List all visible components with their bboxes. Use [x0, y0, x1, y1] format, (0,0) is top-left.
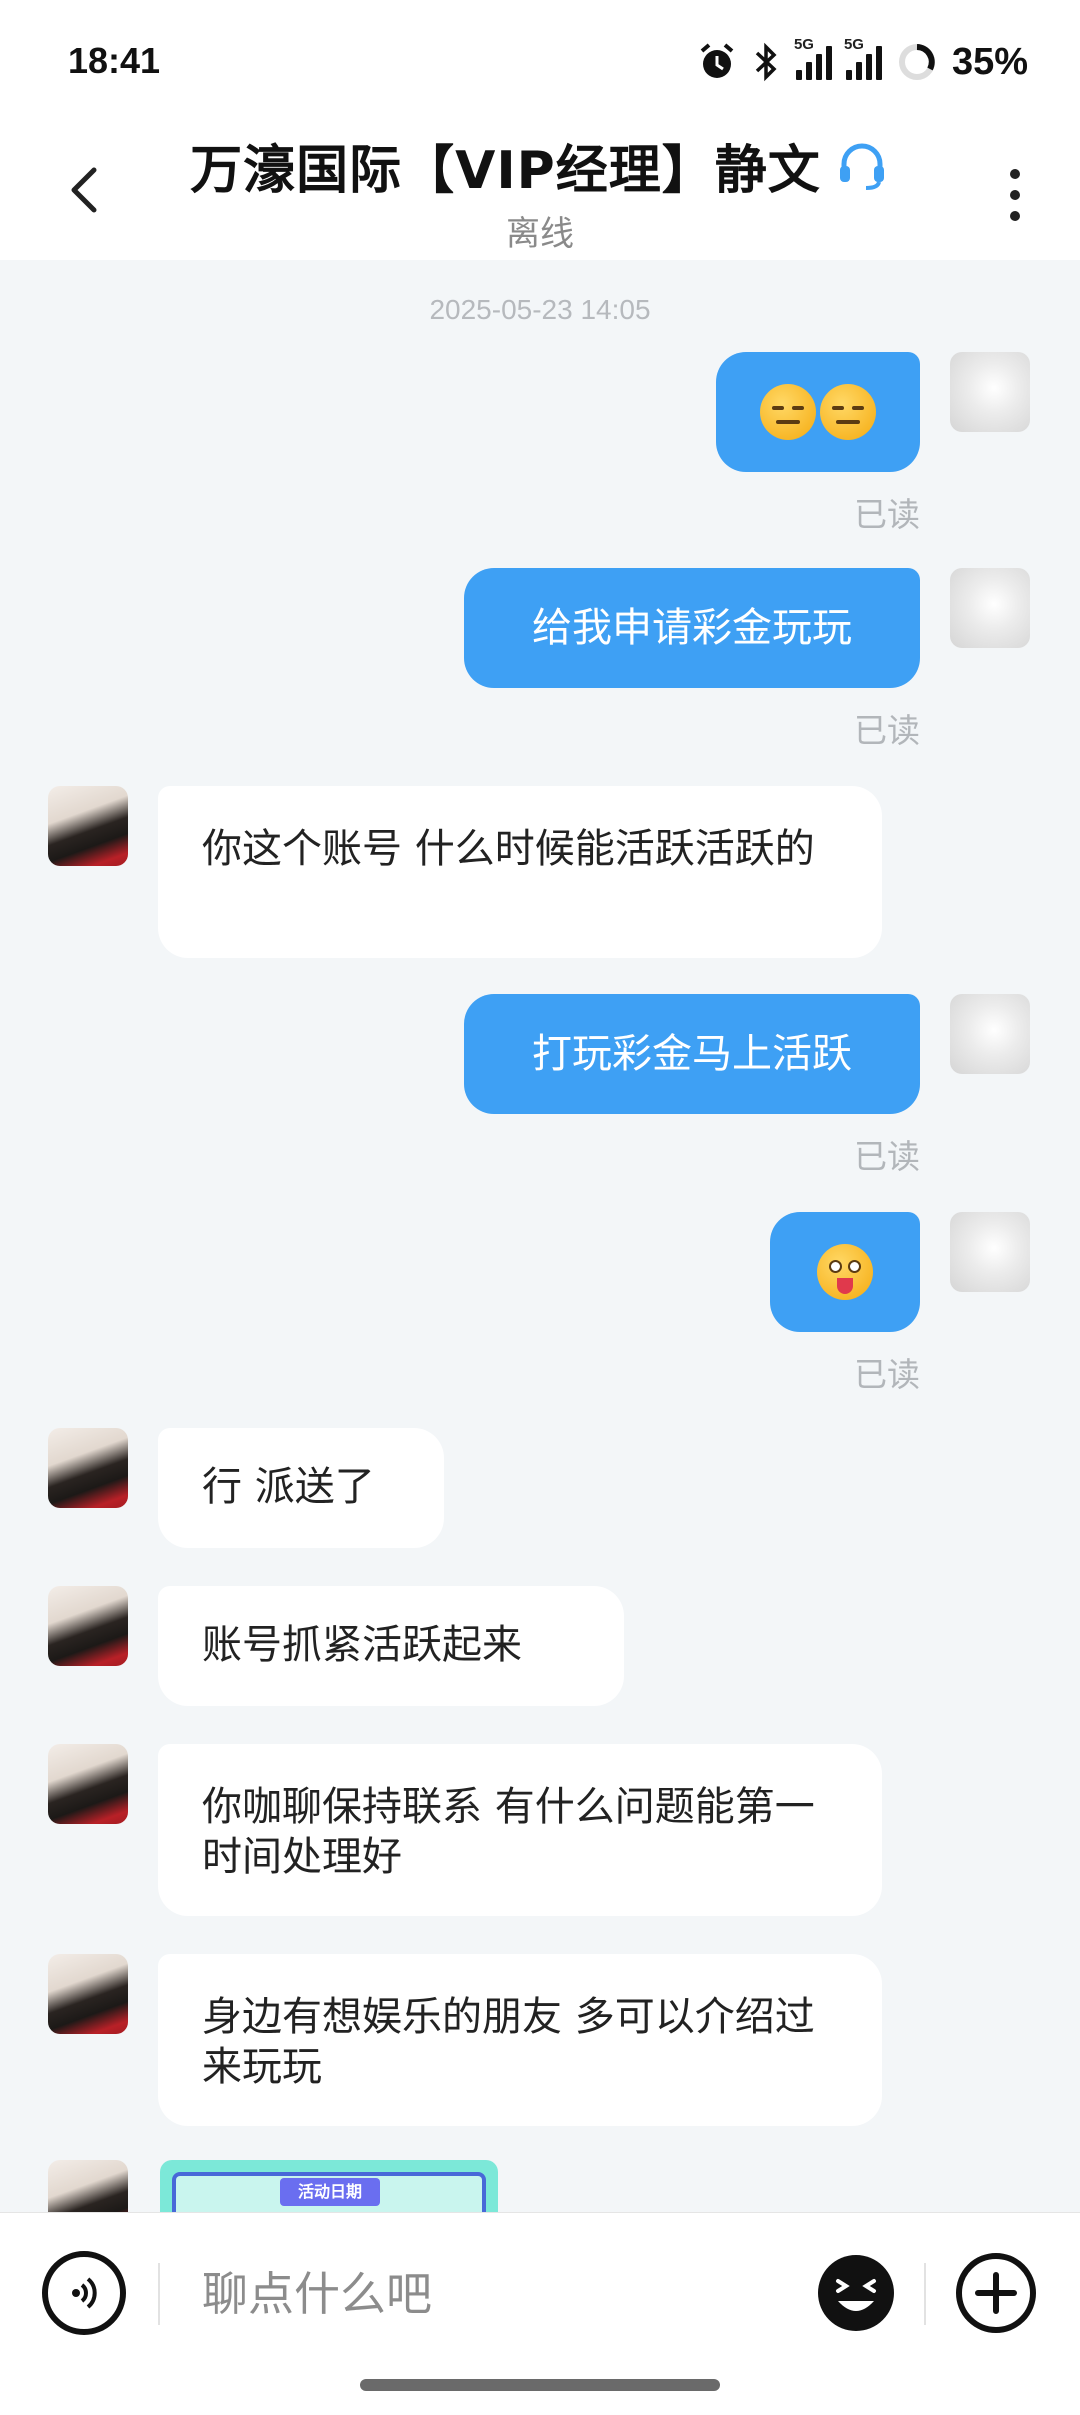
status-icons: 5G 5G 35%: [696, 34, 1028, 90]
more-vertical-icon[interactable]: [990, 160, 1040, 230]
message-bubble-mine[interactable]: [770, 1212, 920, 1332]
message-bubble-mine[interactable]: 打玩彩金马上活跃: [464, 994, 920, 1114]
expressionless-face-emoji: [760, 384, 816, 440]
read-receipt: 已读: [854, 1355, 920, 1394]
read-receipt: 已读: [854, 1137, 920, 1176]
chat-area[interactable]: 2025-05-23 14:05 已读 给我申请彩金玩玩 已读 你这个账号 什么…: [0, 260, 1080, 2212]
status-bar: 18:41 5G 5G 35%: [0, 0, 1080, 120]
voice-icon[interactable]: [42, 2251, 126, 2335]
title-wrap: 万濠国际【VIP经理】静文: [0, 128, 1080, 203]
my-avatar[interactable]: [950, 1212, 1030, 1292]
agent-avatar[interactable]: [48, 2160, 128, 2212]
signal-icon: 5G: [794, 36, 832, 80]
agent-avatar[interactable]: [48, 1954, 128, 2034]
headset-icon: [839, 143, 884, 190]
read-receipt: 已读: [854, 495, 920, 534]
agent-avatar[interactable]: [48, 1586, 128, 1666]
alarm-icon: [700, 43, 734, 78]
message-timestamp: 2025-05-23 14:05: [429, 294, 651, 325]
chat-header: 万濠国际【VIP经理】静文 离线: [0, 120, 1080, 260]
image-message[interactable]: 活动日期: [160, 2160, 498, 2212]
my-avatar[interactable]: [950, 994, 1030, 1074]
message-bubble-agent[interactable]: 行 派送了: [158, 1428, 444, 1548]
tongue-out-face-emoji: [817, 1244, 873, 1300]
home-indicator[interactable]: [360, 2379, 720, 2391]
plus-icon[interactable]: [954, 2251, 1038, 2335]
divider: [924, 2263, 926, 2325]
message-bubble-agent[interactable]: 身边有想娱乐的朋友 多可以介绍过来玩玩: [158, 1954, 882, 2126]
message-bubble-agent[interactable]: 你这个账号 什么时候能活跃活跃的: [158, 786, 882, 958]
message-bubble-agent[interactable]: 账号抓紧活跃起来: [158, 1586, 624, 1706]
expressionless-face-emoji: [820, 384, 876, 440]
message-bubble-agent[interactable]: 你咖聊保持联系 有什么问题能第一时间处理好: [158, 1744, 882, 1916]
image-caption: 活动日期: [280, 2178, 380, 2206]
status-time: 18:41: [68, 40, 161, 81]
message-bubble-mine[interactable]: [716, 352, 920, 472]
agent-avatar[interactable]: [48, 1428, 128, 1508]
emoji-icon[interactable]: [814, 2251, 898, 2335]
divider: [158, 2263, 160, 2325]
message-bubble-mine[interactable]: 给我申请彩金玩玩: [464, 568, 920, 688]
my-avatar[interactable]: [950, 352, 1030, 432]
read-receipt: 已读: [854, 711, 920, 750]
input-bar: [0, 2212, 1080, 2415]
online-status: 离线: [506, 214, 574, 254]
battery-ring-icon: [898, 44, 935, 80]
message-input[interactable]: [200, 2253, 784, 2335]
signal-icon: 5G: [844, 36, 882, 80]
chat-title: 万濠国际【VIP经理】静文: [190, 141, 821, 201]
agent-avatar[interactable]: [48, 1744, 128, 1824]
battery-percent: 35%: [951, 40, 1028, 83]
bluetooth-icon: [755, 42, 777, 82]
my-avatar[interactable]: [950, 568, 1030, 648]
agent-avatar[interactable]: [48, 786, 128, 866]
